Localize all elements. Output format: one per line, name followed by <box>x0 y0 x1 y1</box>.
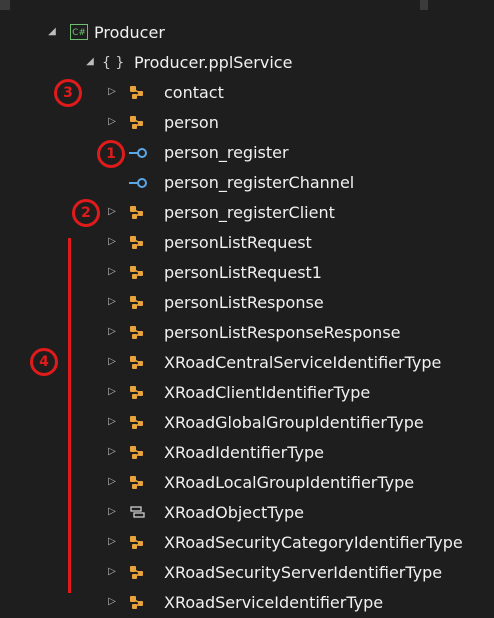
class-icon <box>128 474 150 492</box>
annotation-marker-4: 4 <box>30 348 58 376</box>
solution-explorer-tree: ◢ C# Producer ◢ { } Producer.pplService … <box>0 0 494 612</box>
tree-row-item[interactable]: ▷ XRoadServiceIdentifierType <box>0 588 494 618</box>
class-icon <box>128 444 150 462</box>
enum-icon <box>128 504 150 522</box>
annotation-marker-1: 1 <box>97 140 125 168</box>
expand-arrow-icon[interactable]: ▷ <box>106 86 118 98</box>
tree-row-item[interactable]: ▷ personListResponseResponse <box>0 318 494 348</box>
item-label: person_registerChannel <box>164 173 355 192</box>
tree-row-item[interactable]: ▷ XRoadObjectType <box>0 498 494 528</box>
item-label: person_register <box>164 143 289 162</box>
annotation-marker-3: 3 <box>54 79 82 107</box>
interface-icon <box>128 174 150 192</box>
namespace-icon: { } <box>102 55 125 71</box>
class-icon <box>128 324 150 342</box>
item-label: XRoadSecurityCategoryIdentifierType <box>164 533 463 552</box>
class-icon <box>128 204 150 222</box>
class-icon <box>128 384 150 402</box>
class-icon <box>128 84 150 102</box>
tree-row-item[interactable]: ▷ XRoadSecurityCategoryIdentifierType <box>0 528 494 558</box>
class-icon <box>128 414 150 432</box>
tree-row-project[interactable]: ◢ C# Producer <box>0 18 494 48</box>
item-label: XRoadLocalGroupIdentifierType <box>164 473 415 492</box>
class-icon <box>128 264 150 282</box>
item-label: XRoadIdentifierType <box>164 443 324 462</box>
tree-row-item[interactable]: ▷ XRoadCentralServiceIdentifierType <box>0 348 494 378</box>
tree-row-item[interactable]: person_registerChannel <box>0 168 494 198</box>
expand-arrow-icon[interactable]: ▷ <box>106 386 118 398</box>
class-icon <box>128 534 150 552</box>
item-label: XRoadSecurityServerIdentifierType <box>164 563 443 582</box>
class-icon <box>128 564 150 582</box>
item-label: person_registerClient <box>164 203 335 222</box>
tree-row-item[interactable]: ▷ personListResponse <box>0 288 494 318</box>
item-label: personListResponseResponse <box>164 323 401 342</box>
expand-arrow-icon[interactable]: ▷ <box>106 236 118 248</box>
item-label: XRoadGlobalGroupIdentifierType <box>164 413 424 432</box>
project-label: Producer <box>94 23 165 42</box>
class-icon <box>128 234 150 252</box>
top-strip <box>0 0 494 10</box>
item-label: personListRequest <box>164 233 312 252</box>
namespace-label: Producer.pplService <box>134 53 293 72</box>
class-icon <box>128 294 150 312</box>
interface-icon <box>128 144 150 162</box>
expand-arrow-icon[interactable]: ▷ <box>106 206 118 218</box>
expand-arrow-icon[interactable]: ▷ <box>106 116 118 128</box>
collapse-arrow-icon[interactable]: ◢ <box>84 56 96 68</box>
tree-row-item[interactable]: ▷ XRoadSecurityServerIdentifierType <box>0 558 494 588</box>
class-icon <box>128 354 150 372</box>
expand-arrow-icon[interactable]: ▷ <box>106 476 118 488</box>
expand-arrow-icon[interactable]: ▷ <box>106 596 118 608</box>
tree-row-item[interactable]: ▷ XRoadGlobalGroupIdentifierType <box>0 408 494 438</box>
expand-arrow-icon[interactable]: ▷ <box>106 266 118 278</box>
tree-row-item[interactable]: ▷ personListRequest <box>0 228 494 258</box>
item-label: contact <box>164 83 224 102</box>
annotation-bracket-line <box>68 238 71 593</box>
expand-arrow-icon[interactable]: ▷ <box>106 566 118 578</box>
tree-row-item[interactable]: ▷ person <box>0 108 494 138</box>
item-label: XRoadClientIdentifierType <box>164 383 371 402</box>
tree-row-item[interactable]: ▷ XRoadLocalGroupIdentifierType <box>0 468 494 498</box>
expand-arrow-icon[interactable]: ▷ <box>106 506 118 518</box>
csharp-project-icon: C# <box>70 24 88 40</box>
item-label: XRoadCentralServiceIdentifierType <box>164 353 442 372</box>
collapse-arrow-icon[interactable]: ◢ <box>46 26 58 38</box>
annotation-marker-2: 2 <box>72 199 100 227</box>
item-label: personListResponse <box>164 293 324 312</box>
expand-arrow-icon[interactable]: ▷ <box>106 536 118 548</box>
expand-arrow-icon[interactable]: ▷ <box>106 446 118 458</box>
tree-row-item[interactable]: ▷ XRoadIdentifierType <box>0 438 494 468</box>
expand-arrow-icon[interactable]: ▷ <box>106 416 118 428</box>
tree-row-item[interactable]: ▷ personListRequest1 <box>0 258 494 288</box>
expand-arrow-icon[interactable]: ▷ <box>106 326 118 338</box>
class-icon <box>128 594 150 612</box>
tree-row-item[interactable]: person_register <box>0 138 494 168</box>
item-label: XRoadObjectType <box>164 503 304 522</box>
tree-row-item[interactable]: ▷ XRoadClientIdentifierType <box>0 378 494 408</box>
item-label: person <box>164 113 219 132</box>
expand-arrow-icon[interactable]: ▷ <box>106 296 118 308</box>
expand-arrow-icon[interactable]: ▷ <box>106 356 118 368</box>
tree-row-namespace[interactable]: ◢ { } Producer.pplService <box>0 48 494 78</box>
class-icon <box>128 114 150 132</box>
item-label: personListRequest1 <box>164 263 322 282</box>
